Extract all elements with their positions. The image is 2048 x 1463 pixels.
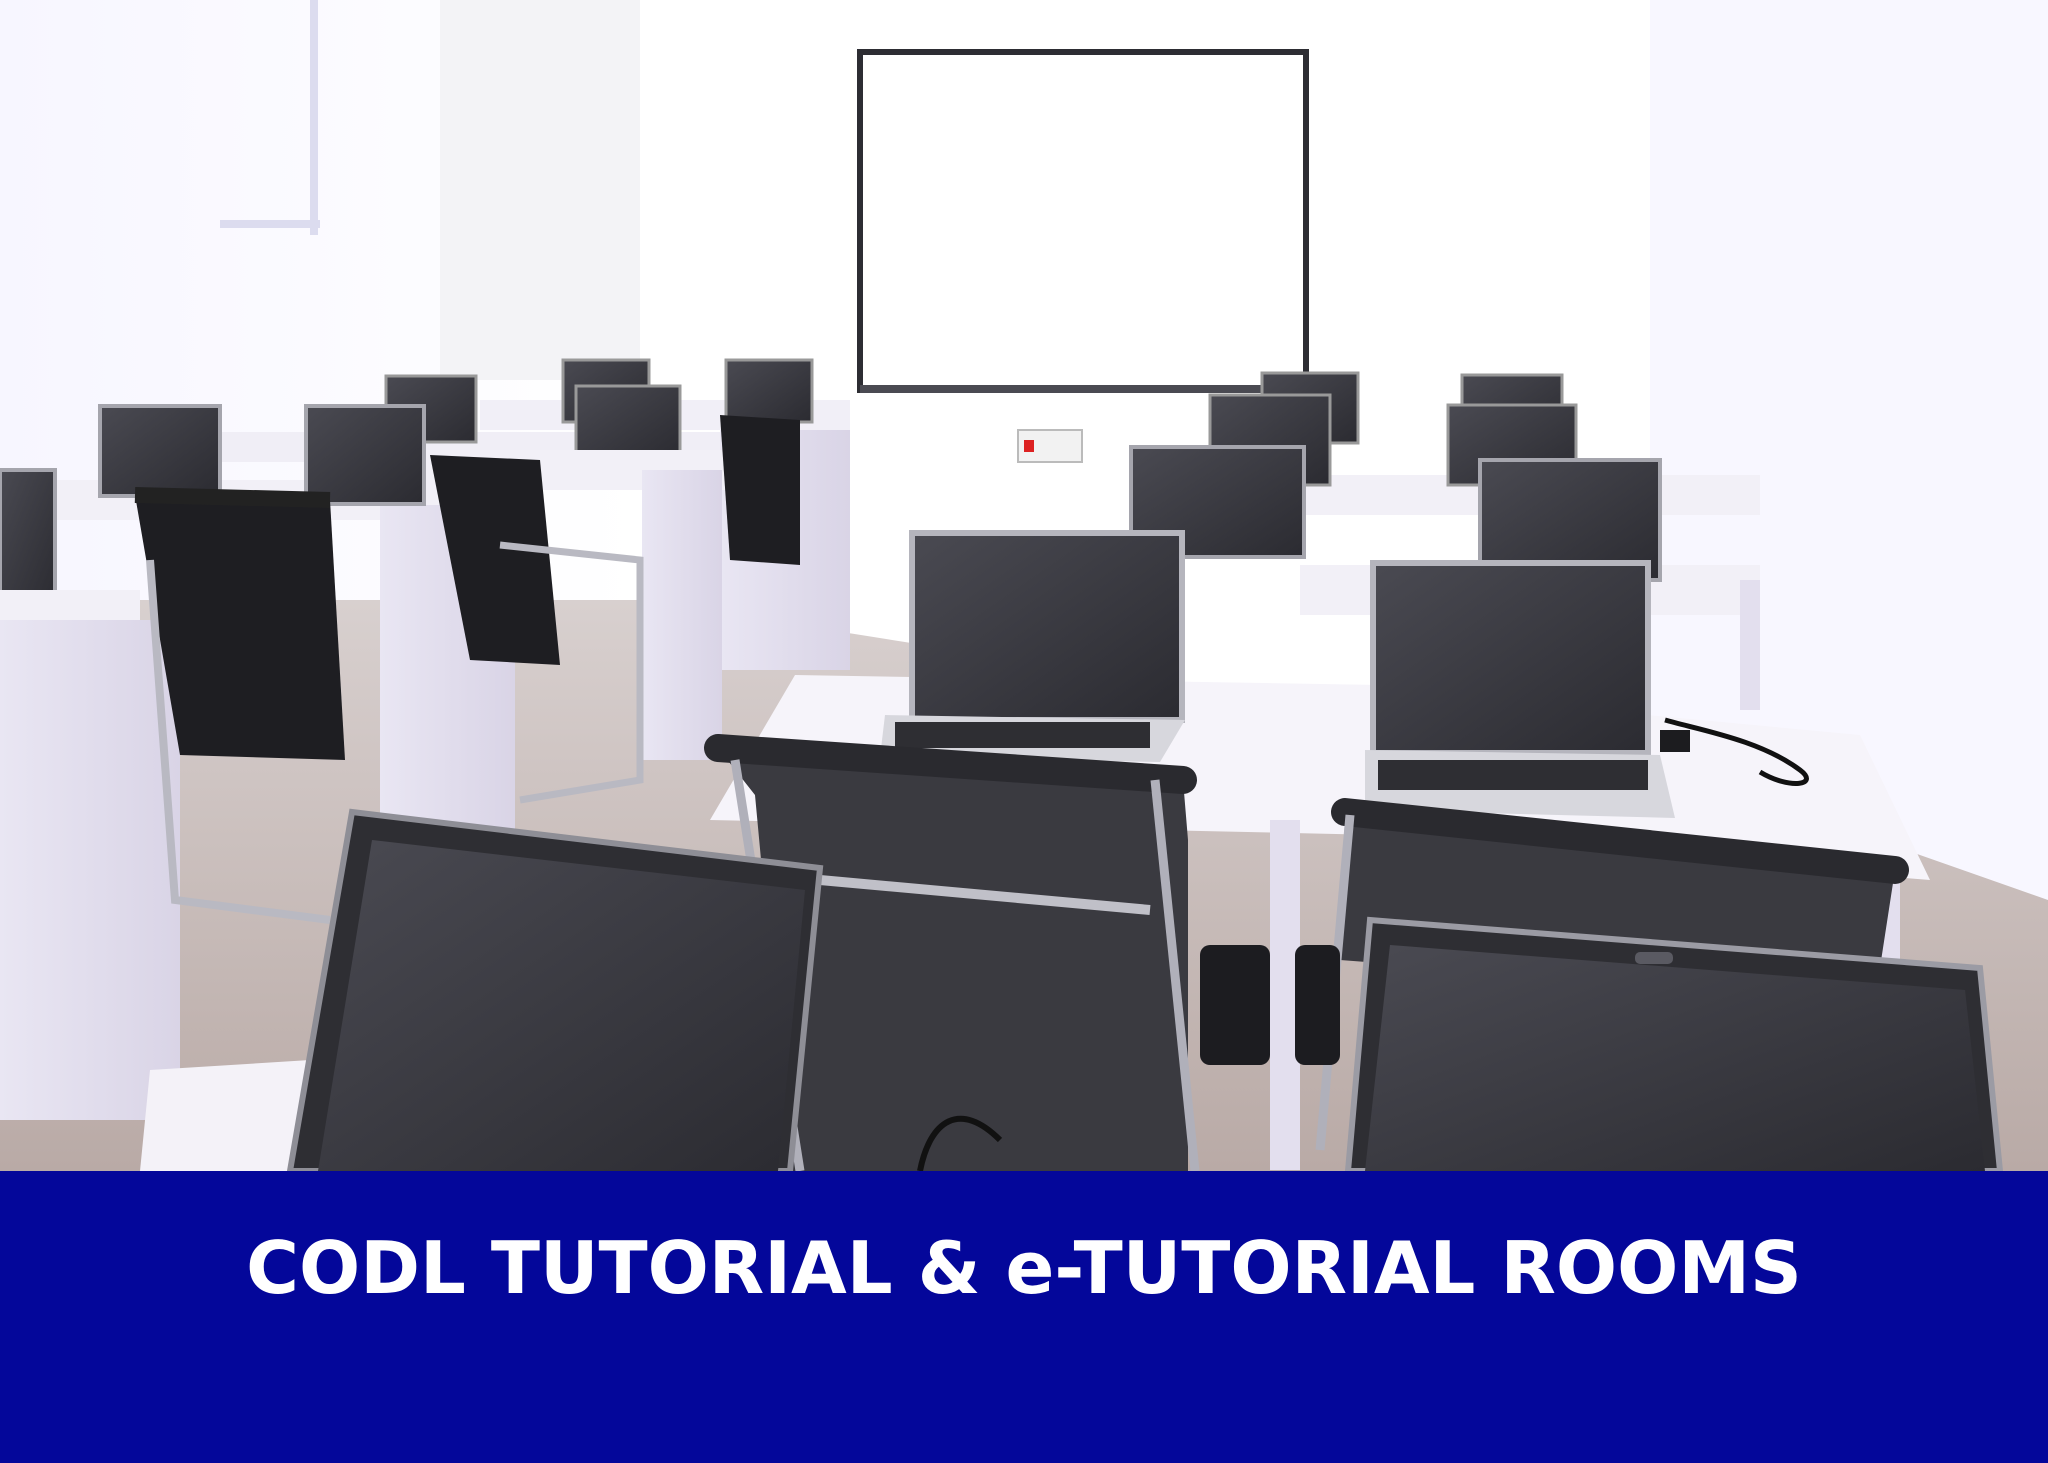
banner-title: CODL TUTORIAL & e-TUTORIAL ROOMS: [246, 1226, 1802, 1310]
title-banner: CODL TUTORIAL & e-TUTORIAL ROOMS: [0, 1171, 2048, 1463]
classroom-photo: [0, 0, 2048, 1171]
